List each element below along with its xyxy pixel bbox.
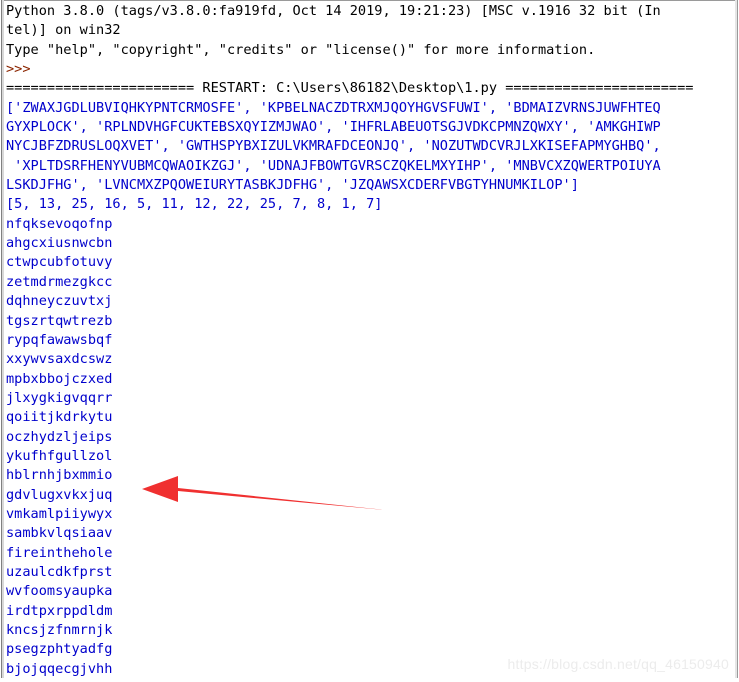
decoded-word-line: hblrnhjbxmmio	[6, 467, 113, 484]
decoded-word-line: ahgcxiusnwcbn	[6, 235, 113, 252]
list-output-line: LSKDJFHG', 'LVNCMXZPQOWEIURYTASBKJDFHG',…	[6, 177, 579, 194]
decoded-word-line: rypqfawawsbqf	[6, 331, 113, 348]
decoded-words-list: nfqksevoqofnp ahgcxiusnwcbn ctwpcubfotuvy z…	[6, 215, 733, 678]
list-output-line: GYXPLOCK', 'RPLNDVHGFCUKTEBSXQYIZMJWAO',…	[6, 119, 661, 136]
decoded-word-line: nfqksevoqofnp	[6, 215, 113, 232]
list-output-line: 'XPLTDSRFHENYVUBMCQWAOIKZGJ', 'UDNAJFBOW…	[6, 157, 661, 174]
window-border-left	[0, 0, 4, 682]
decoded-word-line: xxywvsaxdcswz	[6, 351, 113, 368]
decoded-word-line: gdvlugxvkxjuq	[6, 486, 113, 503]
decoded-word-line: jlxygkigvqqrr	[6, 389, 113, 406]
banner-line: Python 3.8.0 (tags/v3.8.0:fa919fd, Oct 1…	[6, 3, 661, 19]
banner-line: Type "help", "copyright", "credits" or "…	[6, 41, 596, 58]
shell-output-area[interactable]: Python 3.8.0 (tags/v3.8.0:fa919fd, Oct 1…	[6, 2, 733, 678]
restart-separator: ======================= RESTART: C:\User…	[6, 80, 694, 97]
banner-line: tel)] on win32	[6, 22, 121, 39]
decoded-word-line: mpbxbbojczxed	[6, 370, 113, 387]
python-idle-shell-window[interactable]: Python 3.8.0 (tags/v3.8.0:fa919fd, Oct 1…	[0, 0, 739, 682]
list-output-line: ['ZWAXJGDLUBVIQHKYPNTCRMOSFE', 'KPBELNAC…	[6, 99, 661, 116]
decoded-word-line: dqhneyczuvtxj	[6, 293, 113, 310]
decoded-word-line: fireinthehole	[6, 544, 113, 561]
decoded-word-line: oczhydzljeips	[6, 428, 113, 445]
decoded-word-line: wvfoomsyaupka	[6, 583, 113, 600]
decoded-word-line: zetmdrmezgkcc	[6, 273, 113, 290]
watermark-text: https://blog.csdn.net/qq_46150940	[507, 656, 729, 672]
window-border-right	[735, 0, 739, 682]
shell-prompt: >>>	[6, 61, 31, 78]
list-output-line: NYCJBFZDRUSLOQXVET', 'GWTHSPYBXIZULVKMRA…	[6, 138, 661, 155]
window-border-bottom	[0, 678, 739, 682]
decoded-word-line: ykufhfgullzol	[6, 447, 113, 464]
numbers-output-line: [5, 13, 25, 16, 5, 11, 12, 22, 25, 7, 8,…	[6, 196, 383, 213]
decoded-word-line: ctwpcubfotuvy	[6, 254, 113, 271]
decoded-word-line: tgszrtqwtrezb	[6, 312, 113, 329]
decoded-word-line: irdtpxrppdldm	[6, 602, 113, 619]
decoded-word-line: uzaulcdkfprst	[6, 563, 113, 580]
decoded-word-line: kncsjzfnmrnjk	[6, 622, 113, 638]
decoded-word-line: qoiitjkdrkytu	[6, 409, 113, 426]
decoded-word-line: vmkamlpiiywyx	[6, 505, 113, 522]
decoded-word-line: sambkvlqsiaav	[6, 525, 113, 542]
